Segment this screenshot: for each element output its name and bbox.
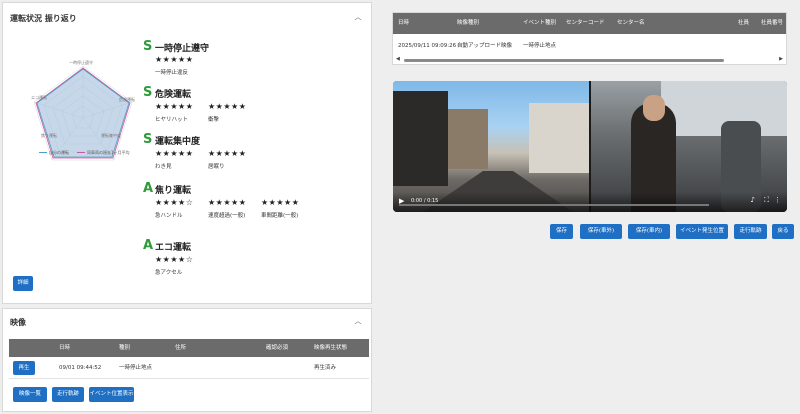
row-type: 一時停止地点 (119, 365, 153, 371)
panel-title: 運転状況 振り返り (10, 14, 77, 23)
stars: ★★★★★ (155, 102, 194, 111)
legend-self-line (39, 152, 47, 153)
legend-average: 同車両の過去1ヶ月平均 (87, 150, 130, 155)
item-label: 速度超過(一般) (208, 213, 246, 219)
stars: ★★★★★ (208, 149, 247, 158)
col-employee-no: 社員番号 (761, 20, 784, 26)
detail-button[interactable]: 詳細 (13, 276, 33, 291)
table-row: 再生 09/01 09:44:52 一時停止地点 再生済み (9, 357, 369, 379)
save-exterior-button[interactable]: 保存(車外) (580, 224, 622, 239)
category-eco: エコ運転 (155, 243, 192, 253)
col-employee: 社員 (738, 20, 750, 26)
item-label: 居眠り (208, 164, 225, 170)
video-player[interactable]: ▶ 0:00 / 0:15 ♪ ⛶ ⋮ (393, 81, 787, 212)
back-button[interactable]: 戻る (772, 224, 794, 239)
radar-axis-label: 運転集中度 (101, 133, 121, 138)
video-panel: 映像 ︿ 日時 種別 住所 確認必須 映像再生状態 再生 09/01 09:44… (2, 308, 372, 412)
category-danger: 危険運転 (155, 90, 192, 100)
category-rush: 焦り運転 (155, 186, 192, 196)
table-row[interactable]: 2025/09/11 09:09:26 自動アップロード映像 一時停止地点 (393, 37, 786, 55)
item-label: 衝撃 (208, 117, 220, 123)
stars: ★★★★☆ (155, 198, 194, 207)
horizontal-scrollbar[interactable]: ◀ ▶ (396, 56, 783, 63)
track-button[interactable]: 走行軌跡 (734, 224, 767, 239)
row-status: 再生済み (314, 365, 337, 371)
stars: ★★★★★ (261, 198, 300, 207)
event-table-panel: 日時 映像種別 イベント種別 センターコード センター名 社員 社員番号 202… (392, 12, 787, 65)
building-left-2 (448, 109, 488, 169)
stars: ★★★★☆ (155, 255, 194, 264)
col-center-code: センターコード (566, 20, 605, 26)
stars: ★★★★★ (208, 102, 247, 111)
stars: ★★★★★ (155, 149, 194, 158)
video-table-header: 日時 種別 住所 確認必須 映像再生状態 (9, 339, 369, 357)
collapse-chevron-icon[interactable]: ︿ (353, 316, 363, 326)
grade-eco: A (143, 238, 154, 253)
fullscreen-icon[interactable]: ⛶ (764, 196, 769, 205)
scroll-left-icon[interactable]: ◀ (396, 56, 400, 62)
driver-head (643, 95, 665, 121)
row-datetime: 2025/09/11 09:09:26 (398, 43, 457, 49)
col-center-name: センター名 (617, 20, 645, 26)
radar-axis-label: エコ運転 (31, 95, 47, 100)
col-video-type: 映像種別 (457, 20, 480, 26)
building-left (393, 91, 448, 186)
item-label: 急ハンドル (155, 213, 183, 219)
legend-avg-line (77, 152, 85, 153)
stars: ★★★★★ (155, 55, 194, 64)
grade-danger: S (143, 85, 153, 100)
more-icon[interactable]: ⋮ (774, 196, 781, 204)
radar-axis-label: 一時停止遵守 (69, 60, 93, 65)
radar-axis-label: 焦り運転 (41, 133, 57, 138)
item-label: 車間距離(一般) (261, 213, 299, 219)
event-position-button[interactable]: イベント位置表示 (89, 387, 134, 402)
scrollbar-thumb[interactable] (404, 59, 724, 62)
player-controls: ▶ 0:00 / 0:15 ♪ ⛶ ⋮ (393, 192, 787, 212)
legend-self: 自分の運転 (49, 150, 69, 155)
item-label: わき見 (155, 164, 172, 170)
row-datetime: 09/01 09:44:52 (59, 365, 102, 371)
col-type: 種別 (119, 345, 131, 351)
collapse-chevron-icon[interactable]: ︿ (353, 12, 363, 22)
category-stop: 一時停止遵守 (155, 44, 210, 54)
play-button[interactable]: 再生 (13, 361, 35, 375)
row-video-type: 自動アップロード映像 (457, 43, 513, 49)
item-label: 一時停止違反 (155, 70, 189, 76)
col-event-type: イベント種別 (523, 20, 557, 26)
col-datetime: 日時 (398, 20, 410, 26)
row-event-type: 一時停止地点 (523, 43, 557, 49)
item-label: 急アクセル (155, 270, 183, 276)
radar-area-self (36, 68, 130, 158)
item-label: ヒヤリハット (155, 117, 189, 123)
radar-axis-label: 危険運転 (119, 97, 135, 102)
video-list-button[interactable]: 映像一覧 (13, 387, 47, 402)
event-table-header: 日時 映像種別 イベント種別 センターコード センター名 社員 社員番号 (393, 13, 786, 34)
driving-review-panel: 運転状況 振り返り ︿ 一時停止遵守 危険運転 運転集中度 焦り運転 エコ運転 … (2, 2, 372, 304)
panel-title: 映像 (10, 318, 26, 327)
progress-track[interactable] (399, 204, 709, 206)
event-position-button[interactable]: イベント発生位置 (676, 224, 728, 239)
track-button[interactable]: 走行軌跡 (52, 387, 84, 402)
scroll-right-icon[interactable]: ▶ (779, 56, 783, 62)
col-address: 住所 (175, 345, 187, 351)
stars: ★★★★★ (208, 198, 247, 207)
grade-stop: S (143, 39, 153, 54)
save-interior-button[interactable]: 保存(車内) (628, 224, 670, 239)
save-button[interactable]: 保存 (550, 224, 573, 239)
category-focus: 運転集中度 (155, 137, 201, 147)
volume-icon[interactable]: ♪ (751, 196, 755, 204)
radar-chart (33, 65, 133, 161)
col-required: 確認必須 (266, 345, 289, 351)
col-status: 映像再生状態 (314, 345, 348, 351)
grade-rush: A (143, 181, 154, 196)
building-right (529, 103, 589, 173)
grade-focus: S (143, 132, 153, 147)
col-datetime: 日時 (59, 345, 71, 351)
